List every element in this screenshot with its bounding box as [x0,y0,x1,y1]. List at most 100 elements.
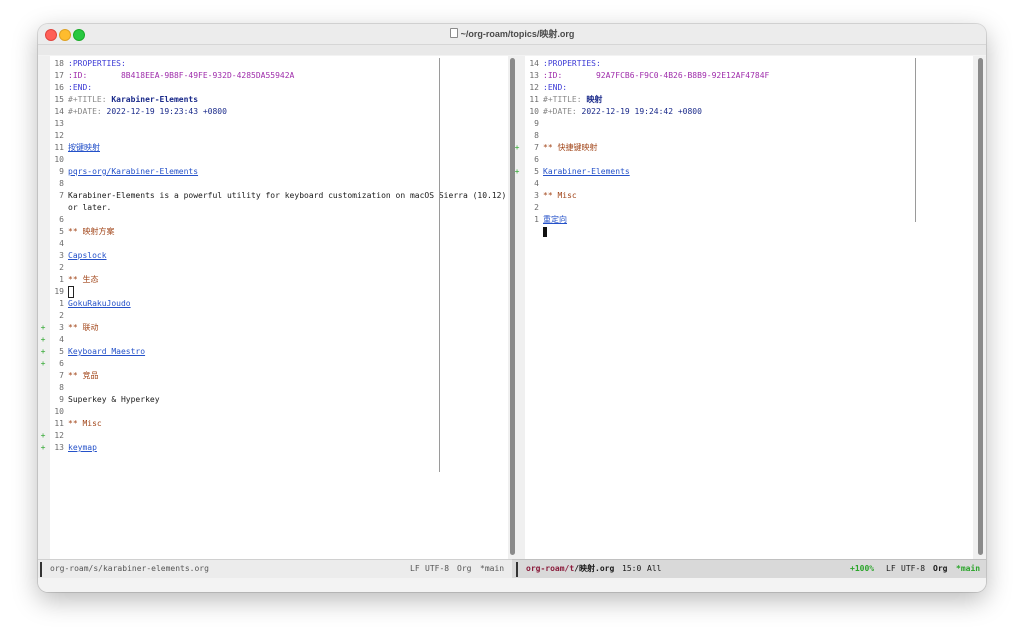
line-number: 12 [529,83,539,92]
org-heading: ** Misc [68,419,102,428]
left-major-mode[interactable]: Org [457,560,471,578]
line-number: 10 [54,155,64,164]
line-number: 9 [59,395,64,404]
right-eol-type[interactable]: LF [886,560,896,578]
editor-line[interactable]: 6 [525,154,973,166]
line-number: 5 [534,167,539,176]
metadata-line: #+TITLE: Karabiner-Elements [68,94,198,106]
editor-line[interactable]: 13 :ID: 92A7FCB6-F9C0-4B26-B8B9-92E12AF47… [525,70,973,82]
left-encoding[interactable]: UTF-8 [425,560,449,578]
diff-added-marker: + [40,443,46,452]
editor-line[interactable]: 2 [525,202,973,214]
org-link[interactable]: Keyboard Maestro [68,346,145,358]
editor-line[interactable]: 5 Karabiner-Elements [525,166,973,178]
org-heading: ** 生态 [68,275,99,284]
line-number: 2 [59,311,64,320]
metadata-line: #+DATE: 2022-12-19 19:23:43 +0800 [68,106,227,118]
line-number: 11 [529,95,539,104]
org-heading: ** 快捷键映射 [543,143,598,152]
line-number: 12 [54,131,64,140]
line-number: 10 [529,107,539,116]
diff-added-marker: + [40,431,46,440]
editor-line[interactable]: 8 [525,130,973,142]
right-vcs-branch[interactable]: *main [956,560,980,578]
inactive-cursor [68,286,74,298]
org-link[interactable]: 按键映射 [68,142,100,154]
line-number: 18 [54,59,64,68]
right-scrollbar[interactable] [978,58,983,555]
editor-line[interactable]: 3 ** Misc [525,190,973,202]
line-number: 16 [54,83,64,92]
document-date: 2022-12-19 19:23:43 +0800 [106,107,227,116]
org-link[interactable]: 重定向 [543,214,567,226]
editor-line[interactable]: 11 #+TITLE: 映射 [525,94,973,106]
metadata-line: #+TITLE: 映射 [543,94,602,106]
line-number: 9 [59,167,64,176]
diff-added-marker: + [514,143,520,152]
line-number: 8 [534,131,539,140]
line-number: 13 [54,443,64,452]
line-number: 14 [54,107,64,116]
line-number: 7 [59,191,64,200]
line-number: 2 [534,203,539,212]
window-title: ~/org-roam/topics/映射.org [38,27,986,40]
date-keyword: #+DATE: [543,107,582,116]
line-number: 3 [59,251,64,260]
line-number: 7 [534,143,539,152]
property-id: :ID: 92A7FCB6-F9C0-4B26-B8B9-92E12AF4784… [543,71,770,80]
line-number: 6 [534,155,539,164]
diff-added-marker: + [514,167,520,176]
right-editor-pane[interactable]: 14:PROPERTIES: 13 :ID: 92A7FCB6-F9C0-4B26-… [525,56,973,559]
line-number: 4 [59,239,64,248]
left-buffer-path[interactable]: org-roam/s/karabiner-elements.org [50,560,209,578]
editor-line[interactable]: 7 ** 快捷键映射 [525,142,973,154]
editor-line[interactable]: 10 #+DATE: 2022-12-19 19:24:42 +0800 [525,106,973,118]
line-number: 1 [534,215,539,224]
line-number: 15 [54,95,64,104]
text-cursor [543,227,547,237]
property-drawer-keyword: :END: [68,83,93,92]
editor-line[interactable] [525,226,973,238]
right-major-mode[interactable]: Org [933,560,947,578]
left-scrollbar[interactable] [510,58,515,555]
line-text: Superkey & Hyperkey [68,395,160,404]
editor-line[interactable]: 1 重定向 [525,214,973,226]
right-buffer-path[interactable]: org-roam/t/映射.org [526,560,614,578]
left-eol-type[interactable]: LF [410,560,420,578]
document-icon [449,28,458,38]
line-number: 11 [54,419,64,428]
editor-line[interactable]: 12 :END: [525,82,973,94]
mode-line-edge [40,562,42,577]
org-link[interactable]: GokuRakuJoudo [68,298,131,310]
path-file: 映射.org [579,564,615,573]
line-number: 2 [59,263,64,272]
document-title: Karabiner-Elements [111,95,199,104]
title-keyword: #+TITLE: [68,95,112,104]
right-encoding[interactable]: UTF-8 [901,560,925,578]
line-number: 9 [534,119,539,128]
editor-line[interactable]: 9 [525,118,973,130]
document-title: 映射 [586,95,603,104]
echo-area[interactable] [38,578,986,592]
editor-line[interactable]: 4 [525,178,973,190]
line-number: 6 [59,215,64,224]
org-link[interactable]: keymap [68,442,97,454]
line-number: 8 [59,179,64,188]
org-link[interactable]: Karabiner-Elements [543,166,630,178]
line-number: 13 [529,71,539,80]
mode-line-edge-active [516,562,518,577]
line-number: 19 [54,287,64,296]
org-link[interactable]: Capslock [68,250,107,262]
property-id: :ID: 8B418EEA-9B8F-49FE-932D-4285DA55942… [68,71,295,80]
line-number: 8 [59,383,64,392]
property-drawer-keyword: :END: [543,83,568,92]
metadata-line: #+DATE: 2022-12-19 19:24:42 +0800 [543,106,702,118]
line-number: 5 [59,227,64,236]
left-vcs-branch[interactable]: *main [480,560,504,578]
line-number: 17 [54,71,64,80]
emacs-window: ~/org-roam/topics/映射.org 18:PROPERTIES: 1… [38,24,986,592]
org-link[interactable]: pqrs-org/Karabiner-Elements [68,166,198,178]
editor-line[interactable]: 14:PROPERTIES: [525,58,973,70]
window-title-text: ~/org-roam/topics/映射.org [460,29,575,39]
left-fill-column-indicator [439,58,440,472]
